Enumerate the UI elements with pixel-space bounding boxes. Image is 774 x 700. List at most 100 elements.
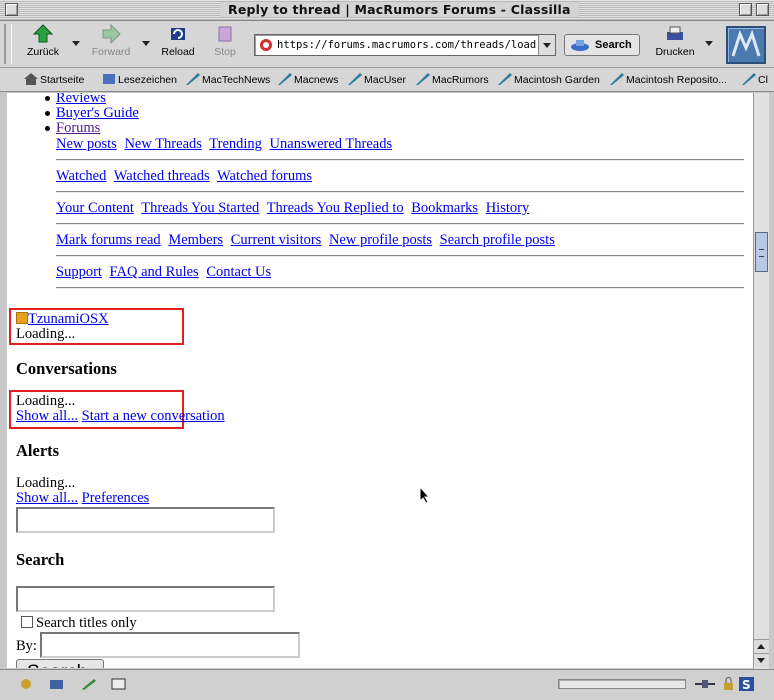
web-content: Reviews Buyer's Guide Forums New posts N… [7,93,753,668]
bookmark-icon [742,73,756,85]
start-new-conversation-link[interactable]: Start a new conversation [82,408,225,424]
scroll-down-arrow[interactable] [754,653,769,667]
alerts-input[interactable] [16,507,275,533]
script-status-icon[interactable]: S [738,677,755,691]
nav-link-forums[interactable]: Forums [56,120,100,136]
bookmark-macnews[interactable]: Macnews [278,73,338,86]
link-search-profile-posts[interactable]: Search profile posts [440,232,555,248]
url-input[interactable] [277,37,537,53]
search-titles-only-checkbox[interactable] [21,616,33,628]
url-history-dropdown[interactable] [538,35,555,55]
link-your-content[interactable]: Your Content [56,200,134,216]
link-trending[interactable]: Trending [209,136,262,152]
site-favicon-icon [260,39,272,51]
divider [56,159,744,161]
personal-toolbar: Startseite Lesezeichen MacTechNews Macne… [0,68,774,92]
print-button[interactable]: Drucken [650,24,700,64]
user-avatar [16,312,28,324]
stop-icon [218,26,232,42]
close-box[interactable] [5,3,18,16]
m-logo-icon [731,29,761,57]
forward-button[interactable]: Forward [88,24,134,64]
reload-icon [171,28,185,40]
alerts-show-all-link[interactable]: Show all... [16,490,78,506]
link-watched-forums[interactable]: Watched forums [217,168,312,184]
bookmark-macrumors[interactable]: MacRumors [416,73,489,86]
bookmark-icon [610,73,624,85]
link-unanswered-threads[interactable]: Unanswered Threads [270,136,393,152]
link-mark-forums-read[interactable]: Mark forums read [56,232,161,248]
title-bar[interactable]: Reply to thread | MacRumors Forums - Cla… [0,0,774,21]
mouse-cursor-icon [419,486,431,504]
bookmark-startseite[interactable]: Startseite [24,73,84,86]
link-history[interactable]: History [486,200,530,216]
online-status-icon[interactable] [694,677,716,691]
bookmark-mactechnews[interactable]: MacTechNews [186,73,270,86]
search-button[interactable]: Search [564,34,640,56]
progress-bar [558,679,686,689]
link-support[interactable]: Support [56,264,102,280]
link-threads-you-replied[interactable]: Threads You Replied to [267,200,404,216]
link-threads-you-started[interactable]: Threads You Started [141,200,259,216]
search-icon [571,40,589,51]
bookmark-icon [416,73,430,85]
reload-button[interactable]: Reload [156,24,200,64]
divider [56,191,744,193]
bookmark-lesezeichen[interactable]: Lesezeichen [102,73,177,86]
search-by-input[interactable] [40,632,300,658]
home-icon [24,73,38,85]
bookmark-macintosh-garden[interactable]: Macintosh Garden [498,73,600,86]
back-history-dropdown[interactable] [72,41,80,46]
search-submit-button[interactable]: Search [16,659,104,668]
link-new-posts[interactable]: New posts [56,136,117,152]
link-current-visitors[interactable]: Current visitors [231,232,322,248]
search-heading: Search [16,550,65,569]
collapse-box[interactable] [756,3,769,16]
link-watched-threads[interactable]: Watched threads [114,168,210,184]
security-lock-icon[interactable] [720,677,737,691]
svg-text:S: S [742,678,751,691]
bookmark-icon [498,73,512,85]
url-bar[interactable] [254,34,556,56]
link-members[interactable]: Members [168,232,223,248]
toolbar-grip[interactable] [4,24,12,64]
scrollbar-thumb[interactable] [755,232,768,272]
forward-arrow-icon [102,24,121,44]
forward-history-dropdown[interactable] [142,41,150,46]
members-links-row: Mark forums read Members Current visitor… [56,232,559,249]
stop-button[interactable]: Stop [206,24,244,64]
link-watched[interactable]: Watched [56,168,106,184]
link-faq-and-rules[interactable]: FAQ and Rules [110,264,199,280]
content-links-row: Your Content Threads You Started Threads… [56,200,533,217]
alerts-links: Show all... Preferences [16,490,149,507]
bookmarks-icon [103,74,115,84]
back-arrow-icon [33,24,53,43]
mail-icon[interactable] [48,677,65,691]
vertical-scrollbar[interactable] [753,93,769,669]
conversations-links: Show all... Start a new conversation [16,408,225,425]
back-button[interactable]: Zurück [20,24,66,64]
link-contact-us[interactable]: Contact Us [206,264,271,280]
conversations-heading: Conversations [16,359,117,378]
bookmark-macintosh-repository[interactable]: Macintosh Reposito... [610,73,727,86]
zoom-box[interactable] [739,3,752,16]
bookmark-macuser[interactable]: MacUser [348,73,406,86]
divider [56,255,744,257]
nav-link-buyers-guide[interactable]: Buyer's Guide [56,105,139,121]
window-title: Reply to thread | MacRumors Forums - Cla… [220,2,579,17]
bookmark-classilla[interactable]: Cl [742,73,768,86]
conversations-show-all-link[interactable]: Show all... [16,408,78,424]
address-book-icon[interactable] [110,677,127,691]
throbber-logo-icon[interactable] [726,26,766,64]
composer-icon[interactable] [80,677,97,691]
navigator-icon[interactable] [18,677,35,691]
print-dropdown[interactable] [705,41,713,46]
alerts-preferences-link[interactable]: Preferences [82,490,150,506]
search-input[interactable] [16,586,275,612]
search-titles-only-label: Search titles only [36,615,137,631]
link-new-threads[interactable]: New Threads [124,136,201,152]
link-bookmarks[interactable]: Bookmarks [411,200,478,216]
scroll-up-arrow[interactable] [754,639,769,653]
navigation-toolbar: Zurück Forward Reload Stop Search Drucke… [0,21,774,68]
link-new-profile-posts[interactable]: New profile posts [329,232,432,248]
